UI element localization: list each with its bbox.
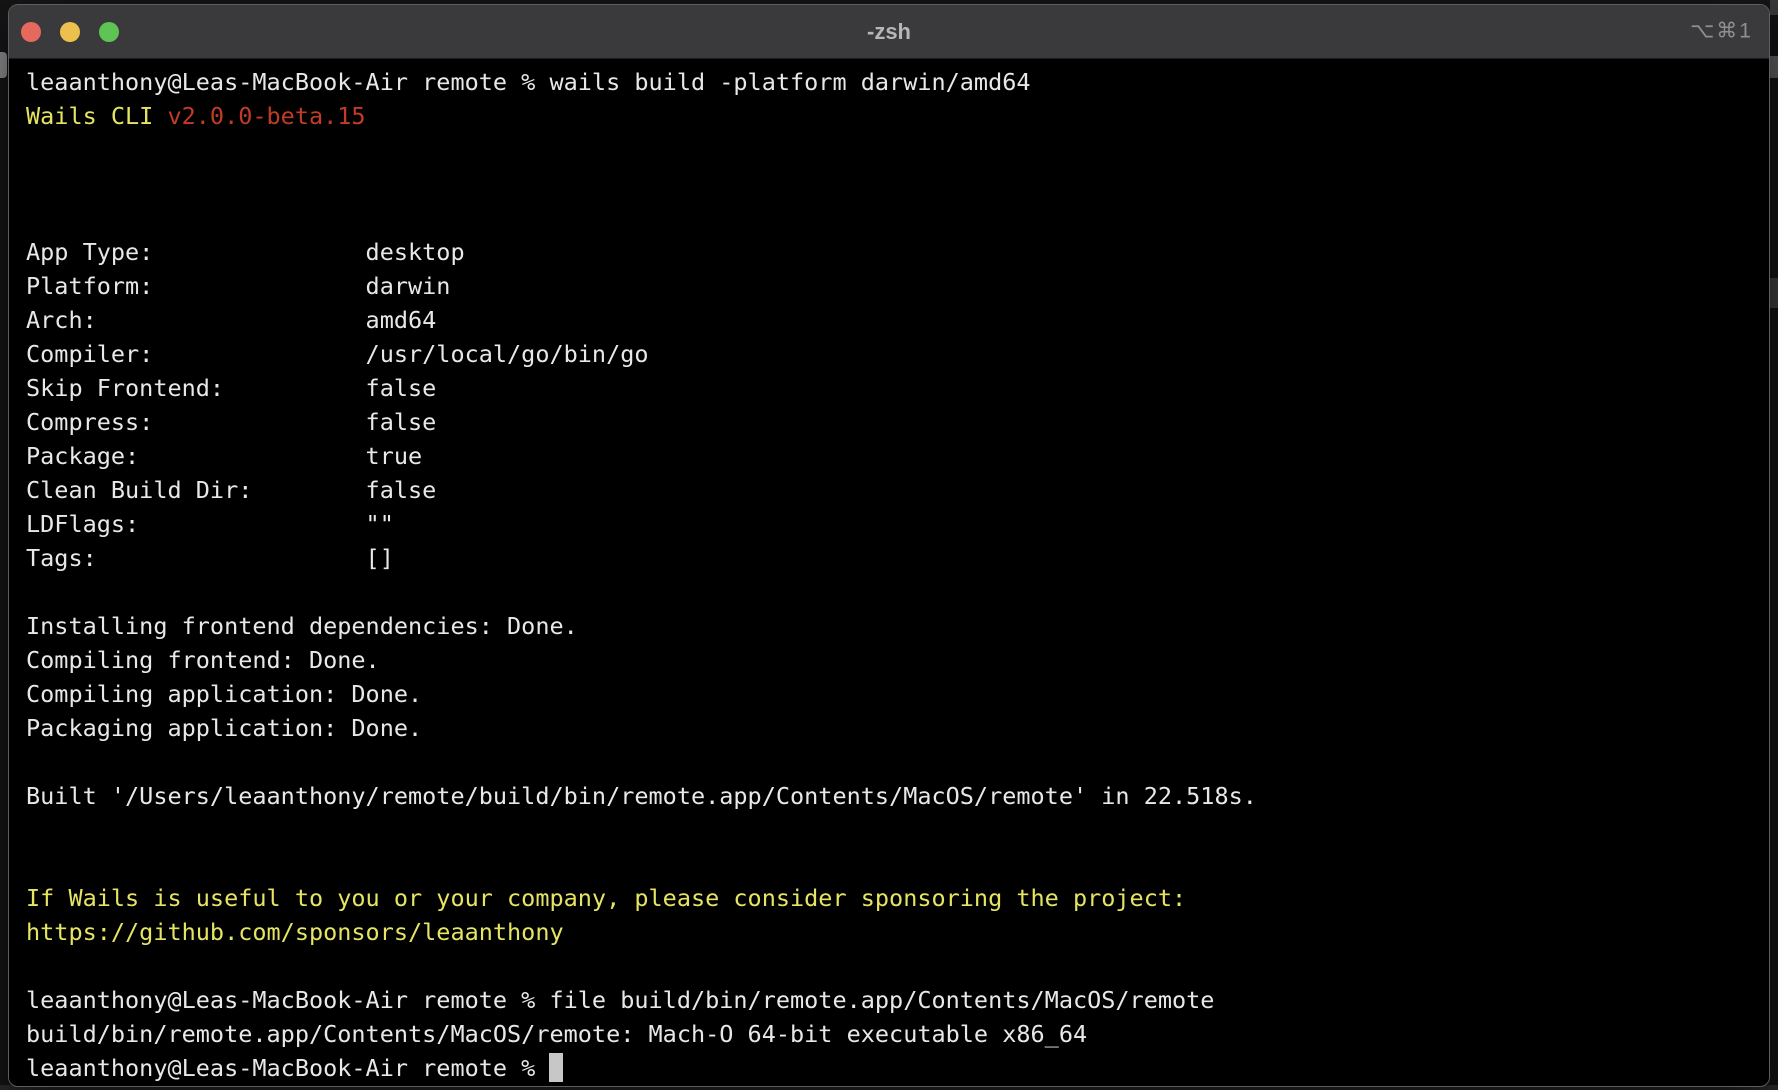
tab-shortcut-badge: ⌥⌘1: [1690, 18, 1753, 43]
terminal-line: [26, 167, 1769, 201]
terminal-line: https://github.com/sponsors/leaanthony: [26, 915, 1769, 949]
terminal-line: leaanthony@Leas-MacBook-Air remote %: [26, 1051, 1769, 1085]
terminal-text: If Wails is useful to you or your compan…: [26, 884, 1186, 912]
background-window-fragment: [0, 52, 7, 78]
terminal-text: Platform: darwin: [26, 272, 450, 300]
background-window-fragment: [1770, 56, 1778, 78]
minimize-button[interactable]: [60, 22, 80, 42]
terminal-text: App Type: desktop: [26, 238, 465, 266]
terminal-line: LDFlags: "": [26, 507, 1769, 541]
terminal-text: Package: true: [26, 442, 422, 470]
window-title: -zsh: [867, 19, 911, 45]
terminal-line: [26, 575, 1769, 609]
terminal-line: Compiling frontend: Done.: [26, 643, 1769, 677]
terminal-line: Arch: amd64: [26, 303, 1769, 337]
terminal-line: App Type: desktop: [26, 235, 1769, 269]
terminal-text: Packaging application: Done.: [26, 714, 422, 742]
terminal-line: Installing frontend dependencies: Done.: [26, 609, 1769, 643]
terminal-text: Tags: []: [26, 544, 394, 572]
terminal-text: LDFlags: "": [26, 510, 394, 538]
terminal-text: leaanthony@Leas-MacBook-Air remote % fil…: [26, 986, 1214, 1014]
terminal-line: [26, 847, 1769, 881]
background-window-fragment: [1770, 0, 1778, 15]
terminal-line: Skip Frontend: false: [26, 371, 1769, 405]
terminal-line: Platform: darwin: [26, 269, 1769, 303]
terminal-line: Clean Build Dir: false: [26, 473, 1769, 507]
terminal-line: [26, 813, 1769, 847]
terminal-line: [26, 745, 1769, 779]
terminal-output[interactable]: leaanthony@Leas-MacBook-Air remote % wai…: [9, 59, 1769, 1085]
terminal-line: leaanthony@Leas-MacBook-Air remote % fil…: [26, 983, 1769, 1017]
terminal-text: v2.0.0-beta.15: [167, 102, 365, 130]
terminal-cursor: [549, 1053, 563, 1082]
terminal-line: Compiler: /usr/local/go/bin/go: [26, 337, 1769, 371]
terminal-line: Wails CLI v2.0.0-beta.15: [26, 99, 1769, 133]
terminal-text: Skip Frontend: false: [26, 374, 436, 402]
background-window-fragment: [1770, 0, 1778, 1090]
close-button[interactable]: [21, 22, 41, 42]
terminal-text: Compress: false: [26, 408, 436, 436]
terminal-line: Tags: []: [26, 541, 1769, 575]
terminal-line: leaanthony@Leas-MacBook-Air remote % wai…: [26, 65, 1769, 99]
terminal-line: [26, 133, 1769, 167]
zoom-button[interactable]: [99, 22, 119, 42]
terminal-text: Built '/Users/leaanthony/remote/build/bi…: [26, 782, 1257, 810]
terminal-text: Compiler: /usr/local/go/bin/go: [26, 340, 649, 368]
desktop-background: -zsh ⌥⌘1 leaanthony@Leas-MacBook-Air rem…: [0, 0, 1778, 1090]
terminal-line: Compress: false: [26, 405, 1769, 439]
terminal-text: Compiling frontend: Done.: [26, 646, 380, 674]
terminal-line: Compiling application: Done.: [26, 677, 1769, 711]
terminal-line: build/bin/remote.app/Contents/MacOS/remo…: [26, 1017, 1769, 1051]
terminal-text: Clean Build Dir: false: [26, 476, 436, 504]
terminal-text: leaanthony@Leas-MacBook-Air remote %: [26, 1054, 549, 1082]
terminal-line: Package: true: [26, 439, 1769, 473]
terminal-text: Installing frontend dependencies: Done.: [26, 612, 578, 640]
traffic-lights: [21, 22, 119, 42]
terminal-text: build/bin/remote.app/Contents/MacOS/remo…: [26, 1020, 1087, 1048]
terminal-text: Wails CLI: [26, 102, 167, 130]
terminal-text: Arch: amd64: [26, 306, 436, 334]
sponsor-link[interactable]: https://github.com/sponsors/leaanthony: [26, 918, 564, 946]
terminal-line: If Wails is useful to you or your compan…: [26, 881, 1769, 915]
title-bar[interactable]: -zsh ⌥⌘1: [9, 5, 1769, 59]
terminal-text: Compiling application: Done.: [26, 680, 422, 708]
terminal-line: Built '/Users/leaanthony/remote/build/bi…: [26, 779, 1769, 813]
terminal-line: [26, 949, 1769, 983]
terminal-line: Packaging application: Done.: [26, 711, 1769, 745]
terminal-text: leaanthony@Leas-MacBook-Air remote % wai…: [26, 68, 1031, 96]
terminal-window: -zsh ⌥⌘1 leaanthony@Leas-MacBook-Air rem…: [8, 4, 1770, 1087]
terminal-line: [26, 201, 1769, 235]
background-window-fragment: [1770, 278, 1778, 308]
